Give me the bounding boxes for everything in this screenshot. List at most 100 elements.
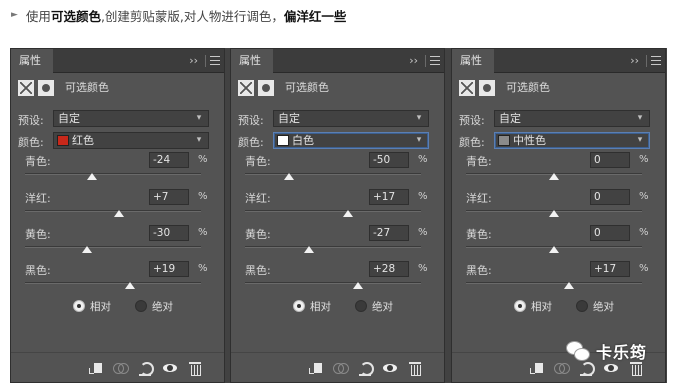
tab-properties[interactable]: 属性 bbox=[11, 49, 53, 73]
relative-radio[interactable] bbox=[73, 300, 85, 312]
colors-dropdown[interactable]: 红色 ▾ bbox=[53, 132, 209, 149]
collapse-panel-icon[interactable]: ›› bbox=[409, 49, 418, 73]
slider-thumb[interactable] bbox=[114, 210, 125, 217]
absolute-radio[interactable] bbox=[135, 300, 147, 312]
slider-track[interactable] bbox=[25, 282, 201, 289]
slider-track[interactable] bbox=[466, 210, 642, 217]
slider-value-field[interactable]: -50 bbox=[369, 152, 409, 168]
slider-thumb[interactable] bbox=[124, 282, 135, 289]
slider-value-field[interactable]: +7 bbox=[149, 189, 189, 205]
slider-track[interactable] bbox=[25, 173, 201, 180]
slider-value-field[interactable]: -24 bbox=[149, 152, 189, 168]
watermark-text: 卡乐筠 bbox=[596, 343, 648, 362]
slider-thumb[interactable] bbox=[549, 173, 559, 180]
collapse-panel-icon[interactable]: ›› bbox=[630, 49, 639, 73]
slider-thumb[interactable] bbox=[86, 173, 97, 180]
panel-bottom-bar bbox=[11, 352, 224, 382]
slider-label: 洋红: bbox=[245, 192, 271, 205]
percent-sign: % bbox=[198, 263, 208, 274]
slider-value-field[interactable]: +28 bbox=[369, 261, 409, 277]
clip-to-layer-icon[interactable] bbox=[306, 359, 324, 377]
slider-thumb[interactable] bbox=[284, 173, 294, 180]
preset-value: 自定 bbox=[58, 112, 80, 125]
slider-label: 黄色: bbox=[245, 228, 271, 241]
collapse-panel-icon[interactable]: ›› bbox=[189, 49, 198, 73]
percent-sign: % bbox=[639, 191, 649, 202]
slider-track[interactable] bbox=[245, 210, 421, 217]
view-previous-state-icon[interactable] bbox=[331, 359, 349, 377]
colors-dropdown[interactable]: 中性色 ▾ bbox=[494, 132, 650, 149]
layer-mask-icon[interactable] bbox=[38, 80, 54, 96]
slider-track[interactable] bbox=[245, 173, 421, 180]
clip-to-layer-icon[interactable] bbox=[527, 359, 545, 377]
panel-tab-bar: 属性 ›› bbox=[452, 49, 665, 73]
reset-to-defaults-icon[interactable] bbox=[136, 359, 154, 377]
percent-sign: % bbox=[418, 154, 428, 165]
slider-thumb[interactable] bbox=[549, 210, 559, 217]
preset-dropdown[interactable]: 自定 ▾ bbox=[53, 110, 209, 127]
properties-panel: 属性 ›› 可选颜色 预设: 自定 ▾ 颜色: 中性色 ▾ 青色: 0% 洋红: 0% 黄色: 0% 黑色: +… bbox=[451, 48, 666, 383]
slider-value-field[interactable]: -30 bbox=[149, 225, 189, 241]
chevron-down-icon: ▾ bbox=[637, 113, 643, 123]
slider-label: 洋红: bbox=[466, 192, 492, 205]
chevron-down-icon: ▾ bbox=[416, 113, 422, 123]
slider-track[interactable] bbox=[466, 246, 642, 253]
slider-thumb[interactable] bbox=[563, 282, 574, 289]
slider-thumb[interactable] bbox=[549, 246, 559, 253]
color-swatch bbox=[498, 135, 510, 146]
slider-thumb[interactable] bbox=[304, 246, 315, 253]
delete-layer-icon[interactable] bbox=[186, 359, 204, 377]
slider-value-field[interactable]: 0 bbox=[590, 152, 630, 168]
preset-dropdown[interactable]: 自定 ▾ bbox=[494, 110, 650, 127]
delete-layer-icon[interactable] bbox=[406, 359, 424, 377]
colors-label: 颜色: bbox=[459, 136, 485, 149]
toggle-visibility-icon[interactable] bbox=[161, 359, 179, 377]
percent-sign: % bbox=[639, 154, 649, 165]
slider-label: 洋红: bbox=[25, 192, 51, 205]
absolute-radio[interactable] bbox=[576, 300, 588, 312]
relative-radio[interactable] bbox=[514, 300, 526, 312]
view-previous-state-icon[interactable] bbox=[111, 359, 129, 377]
panel-menu-icon[interactable] bbox=[651, 56, 661, 65]
colors-value: 白色 bbox=[292, 134, 314, 147]
slider-thumb[interactable] bbox=[342, 210, 353, 217]
slider-track[interactable] bbox=[25, 246, 201, 253]
slider-thumb[interactable] bbox=[352, 282, 363, 289]
panel-menu-icon[interactable] bbox=[430, 56, 440, 65]
relative-label: 相对 bbox=[310, 300, 331, 313]
preset-dropdown[interactable]: 自定 ▾ bbox=[273, 110, 429, 127]
heading-bold-2: 偏洋红一些 bbox=[283, 8, 347, 24]
slider-label: 黑色: bbox=[245, 264, 271, 277]
chevron-down-icon: ▾ bbox=[637, 135, 643, 145]
relative-radio[interactable] bbox=[293, 300, 305, 312]
slider-track[interactable] bbox=[466, 173, 642, 180]
slider-track[interactable] bbox=[466, 282, 642, 289]
slider-value-field[interactable]: 0 bbox=[590, 189, 630, 205]
slider-value-field[interactable]: +19 bbox=[149, 261, 189, 277]
panel-bottom-bar bbox=[231, 352, 444, 382]
tab-properties[interactable]: 属性 bbox=[231, 49, 273, 73]
percent-sign: % bbox=[198, 227, 208, 238]
slider-value-field[interactable]: +17 bbox=[369, 189, 409, 205]
absolute-label: 绝对 bbox=[152, 300, 173, 313]
clip-to-layer-icon[interactable] bbox=[86, 359, 104, 377]
reset-to-defaults-icon[interactable] bbox=[356, 359, 374, 377]
slider-track[interactable] bbox=[245, 282, 421, 289]
layer-mask-icon[interactable] bbox=[479, 80, 495, 96]
absolute-radio[interactable] bbox=[355, 300, 367, 312]
adjustment-header: 可选颜色 bbox=[11, 77, 224, 99]
layer-mask-icon[interactable] bbox=[258, 80, 274, 96]
tab-properties[interactable]: 属性 bbox=[452, 49, 494, 73]
method-radio-group: 相对 绝对 bbox=[73, 299, 173, 313]
percent-sign: % bbox=[418, 227, 428, 238]
toggle-visibility-icon[interactable] bbox=[381, 359, 399, 377]
properties-panels-screenshot: 属性 ›› 可选颜色 预设: 自定 ▾ 颜色: 红色 ▾ 青色: -24% 洋红: +7% 黄色: -30%… bbox=[10, 48, 667, 383]
panel-menu-icon[interactable] bbox=[210, 56, 220, 65]
slider-value-field[interactable]: 0 bbox=[590, 225, 630, 241]
slider-thumb[interactable] bbox=[81, 246, 92, 253]
slider-track[interactable] bbox=[245, 246, 421, 253]
slider-value-field[interactable]: +17 bbox=[590, 261, 630, 277]
slider-track[interactable] bbox=[25, 210, 201, 217]
colors-dropdown[interactable]: 白色 ▾ bbox=[273, 132, 429, 149]
slider-value-field[interactable]: -27 bbox=[369, 225, 409, 241]
